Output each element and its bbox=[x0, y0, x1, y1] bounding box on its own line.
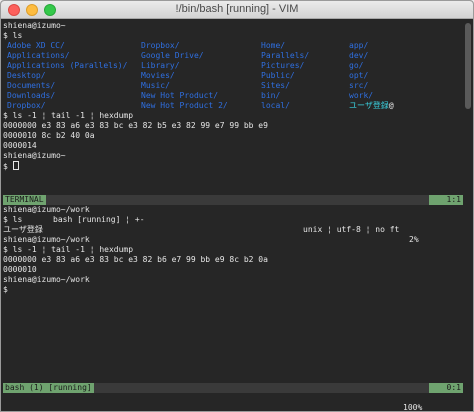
title-bar: !/bin/bash [running] - VIM bbox=[1, 1, 473, 19]
ls-entry: Applications/ bbox=[7, 51, 70, 60]
hexdump-line: 0000010 bbox=[3, 265, 37, 274]
hexdump-line: 0000000 e3 83 a6 e3 83 bc e3 82 b5 e3 82… bbox=[3, 121, 268, 130]
cursor-position: 0:1 bbox=[429, 383, 463, 393]
hexdump-line: 0000010 8c b2 40 0a bbox=[3, 131, 95, 140]
symlink-marker: @ bbox=[388, 101, 394, 110]
scroll-percent: 100% bbox=[403, 403, 423, 412]
prompt-line: shiena@izumo~/work bbox=[3, 235, 90, 244]
ls-entry: Pictures/ bbox=[261, 61, 305, 70]
ls-entry-symlink: ユーザ登録@ bbox=[349, 101, 394, 111]
ls-entry: Public/ bbox=[261, 71, 295, 80]
ls-entry: Desktop/ bbox=[7, 71, 46, 80]
ls-entry: dev/ bbox=[349, 51, 369, 60]
ls-entry: Adobe XD CC/ bbox=[7, 41, 65, 50]
ls-entry: Music/ bbox=[141, 81, 170, 90]
prompt-symbol: $ bbox=[3, 162, 13, 171]
ls-entry: Parallels/ bbox=[261, 51, 310, 60]
ls-entry: New Hot Product/ bbox=[141, 91, 219, 100]
ls-entry: Applications (Parallels)/ bbox=[7, 61, 128, 70]
ls-entry: local/ bbox=[261, 101, 290, 110]
file-info: unix ¦ utf-8 ¦ no ft bbox=[303, 225, 400, 234]
command-line: $ ls bbox=[3, 31, 23, 40]
ls-entry: app/ bbox=[349, 41, 369, 50]
ls-entry: work/ bbox=[349, 91, 374, 100]
ls-entry: Dropbox/ bbox=[141, 41, 180, 50]
ls-entry: Movies/ bbox=[141, 71, 175, 80]
buffer-badge: bash (1) [running] bbox=[3, 383, 94, 393]
command-line: $ ls bbox=[3, 215, 23, 224]
vim-window: !/bin/bash [running] - VIM shiena@izumo~… bbox=[0, 0, 474, 412]
ls-entry: Google Drive/ bbox=[141, 51, 204, 60]
scroll-percent: 2% bbox=[409, 235, 419, 244]
prompt-line: shiena@izumo~/work bbox=[3, 275, 90, 284]
cursor-position: 1:1 bbox=[429, 195, 463, 205]
terminal-area[interactable]: shiena@izumo~ $ ls Adobe XD CC/ Applicat… bbox=[3, 21, 463, 411]
ls-entry: Dropbox/ bbox=[7, 101, 46, 110]
ls-entry: Documents/ bbox=[7, 81, 56, 90]
prompt-line: shiena@izumo~ bbox=[3, 151, 66, 160]
output-line: ユーザ登録 bbox=[3, 225, 43, 234]
cursor bbox=[12, 161, 19, 170]
ls-entry: Sites/ bbox=[261, 81, 290, 90]
prompt-line: shiena@izumo~ bbox=[3, 21, 66, 30]
buffer-info: bash [running] ¦ +- bbox=[53, 215, 145, 224]
prompt-line: shiena@izumo~/work bbox=[3, 205, 90, 214]
ls-entry: New Hot Product 2/ bbox=[141, 101, 228, 110]
ls-entry: src/ bbox=[349, 81, 369, 90]
status-line-top: TERMINAL bash [running] ¦ +- unix ¦ utf-… bbox=[3, 195, 463, 244]
ls-entry: Home/ bbox=[261, 41, 286, 50]
ls-entry: bin/ bbox=[261, 91, 281, 100]
window-title: !/bin/bash [running] - VIM bbox=[175, 3, 299, 15]
status-line-bottom: bash (1) [running] 100% 0:1 bbox=[3, 383, 463, 411]
hexdump-line: 0000000 e3 83 a6 e3 83 bc e3 82 b6 e7 99… bbox=[3, 255, 268, 264]
active-command-line: $ bbox=[3, 161, 19, 171]
ls-entry: opt/ bbox=[349, 71, 369, 80]
ls-entry: Downloads/ bbox=[7, 91, 56, 100]
command-line: $ bbox=[3, 285, 8, 294]
ls-entry: Library/ bbox=[141, 61, 180, 70]
ls-entry-name: ユーザ登録 bbox=[349, 101, 389, 110]
mode-badge: TERMINAL bbox=[3, 195, 46, 205]
scrollbar[interactable] bbox=[465, 23, 471, 109]
hexdump-line: 0000014 bbox=[3, 141, 37, 150]
ls-entry: go/ bbox=[349, 61, 364, 70]
command-line: $ ls -1 ¦ tail -1 ¦ hexdump bbox=[3, 111, 134, 120]
command-line: $ ls -1 ¦ tail -1 ¦ hexdump bbox=[3, 245, 134, 254]
